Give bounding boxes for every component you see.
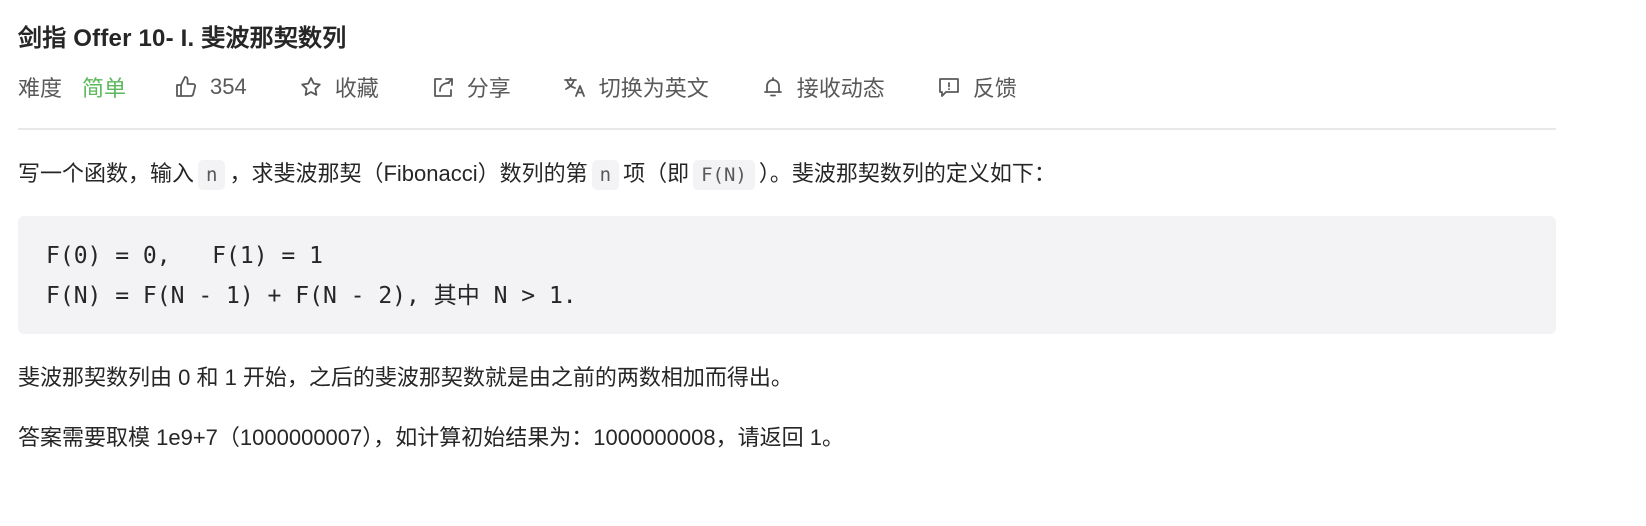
- code-block: F(0) = 0, F(1) = 1 F(N) = F(N - 1) + F(N …: [18, 216, 1556, 334]
- like-button[interactable]: 354: [174, 74, 247, 100]
- inline-code-fn: F(N): [693, 160, 755, 190]
- feedback-button[interactable]: 反馈: [937, 71, 1017, 103]
- share-icon: [433, 78, 453, 97]
- text-span: ，求斐波那契（Fibonacci）数列的第: [229, 161, 588, 186]
- star-icon: [301, 77, 321, 96]
- text-span: ）。斐波那契数列的定义如下：: [758, 161, 1056, 186]
- difficulty-label: 难度: [18, 76, 63, 101]
- description-paragraph-1: 写一个函数，输入 n ，求斐波那契（Fibonacci）数列的第 n 项（即 F(N)）。…: [18, 156, 1056, 193]
- feedback-label: 反馈: [972, 76, 1017, 101]
- problem-meta-bar: 难度 简单 354 收藏 分享 切换为英文 接收动态 反馈: [18, 70, 1069, 104]
- thumbs-up-icon: [176, 76, 197, 97]
- bell-icon: [763, 77, 782, 97]
- favorite-label: 收藏: [334, 76, 379, 101]
- favorite-button[interactable]: 收藏: [299, 71, 379, 103]
- translate-button[interactable]: 切换为英文: [563, 71, 709, 103]
- share-label: 分享: [466, 76, 511, 101]
- code-line-1: F(0) = 0, F(1) = 1: [46, 243, 323, 269]
- subscribe-label: 接收动态: [796, 76, 885, 101]
- subscribe-button[interactable]: 接收动态: [761, 71, 885, 103]
- inline-code-n: n: [198, 160, 226, 190]
- problem-title: 剑指 Offer 10- I. 斐波那契数列: [18, 25, 347, 52]
- inline-code-n: n: [591, 160, 620, 190]
- like-count: 354: [210, 74, 247, 99]
- text-span: 项（即: [623, 161, 690, 186]
- translate-label: 切换为英文: [598, 76, 709, 101]
- text-span: 写一个函数，输入: [18, 161, 195, 186]
- code-line-2: F(N) = F(N - 1) + F(N - 2), 其中 N > 1.: [46, 283, 577, 309]
- description-paragraph-3: 答案需要取模 1e9+7（1000000007），如计算初始结果为：100000…: [18, 425, 844, 450]
- description-paragraph-2: 斐波那契数列由 0 和 1 开始，之后的斐波那契数就是由之前的两数相加而得出。: [18, 365, 793, 390]
- translate-icon: [563, 77, 585, 97]
- feedback-icon: [938, 78, 959, 97]
- divider: [18, 128, 1556, 130]
- difficulty-badge: 简单: [82, 76, 127, 101]
- share-button[interactable]: 分享: [431, 71, 511, 103]
